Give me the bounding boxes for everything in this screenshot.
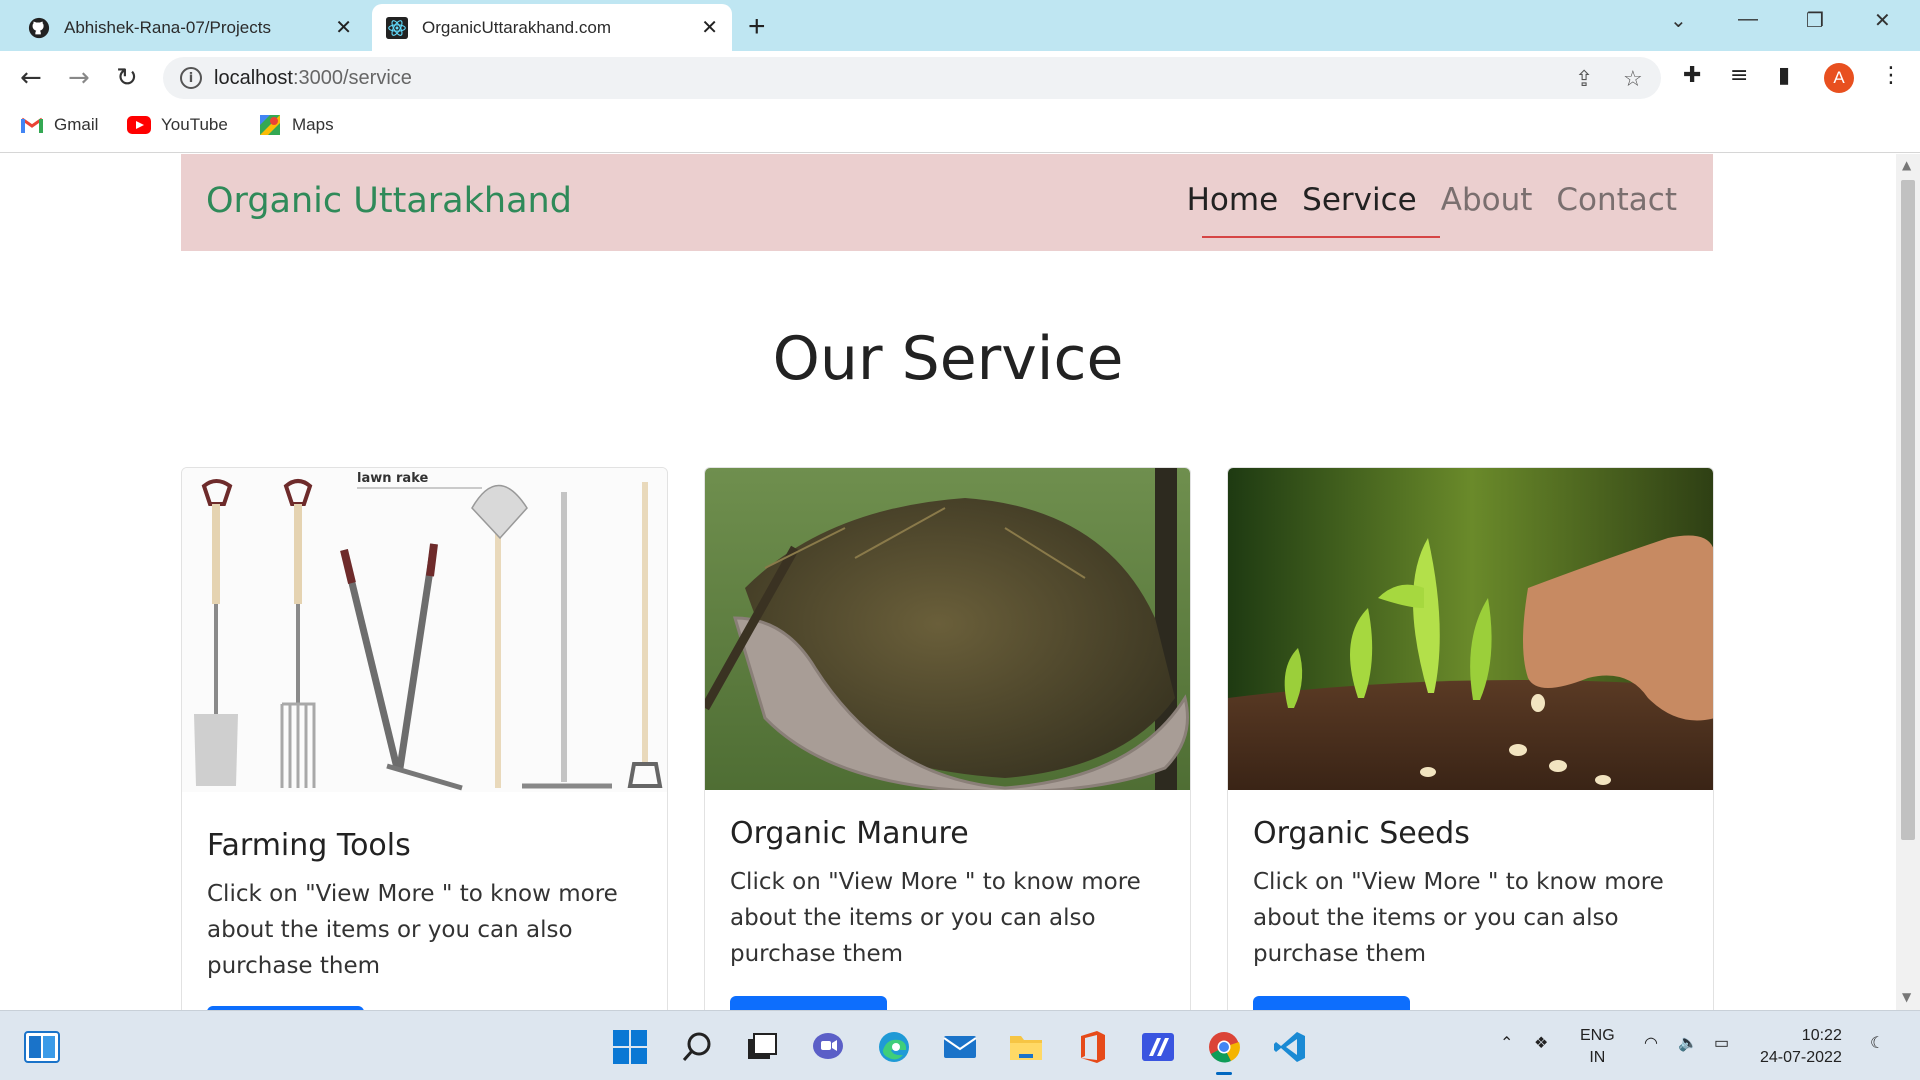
new-tab-button[interactable]: + [748, 10, 766, 44]
organic-seeds-image [1228, 468, 1713, 790]
restore-button[interactable]: ❐ [1806, 8, 1824, 33]
nav-link-contact[interactable]: Contact [1556, 182, 1677, 218]
tab-github-projects[interactable]: Abhishek-Rana-07/Projects ✕ [14, 4, 366, 51]
youtube-icon [127, 115, 151, 135]
tab-title: OrganicUttarakhand.com [422, 17, 611, 37]
page-heading: Our Service [772, 324, 1124, 394]
nav-link-service[interactable]: Service [1302, 182, 1417, 218]
card-title: Organic Seeds [1253, 816, 1470, 851]
scrollbar-thumb[interactable] [1901, 180, 1915, 840]
nav-link-home[interactable]: Home [1187, 182, 1279, 218]
service-card-organic-manure: Organic Manure Click on "View More " to … [704, 467, 1191, 1010]
start-menu-icon[interactable] [610, 1027, 650, 1067]
battery-icon[interactable]: ▭ [1714, 1033, 1729, 1055]
card-description: Click on "View More " to know more about… [730, 869, 1141, 967]
chrome-icon[interactable] [1204, 1027, 1244, 1075]
site-navbar: Organic Uttarakhand Home Service About C… [181, 154, 1713, 251]
show-hidden-icons-icon[interactable]: ⌃ [1500, 1033, 1513, 1055]
browser-toolbar: ← → ↻ i localhost:3000/service ⇪ ☆ ✚ ≡ ▮… [0, 51, 1920, 105]
github-icon [28, 17, 50, 39]
forward-icon[interactable]: → [68, 63, 90, 93]
language-indicator[interactable]: ENG IN [1580, 1025, 1615, 1069]
reload-icon[interactable]: ↻ [116, 63, 138, 93]
file-explorer-icon[interactable] [1006, 1027, 1046, 1067]
side-panel-icon[interactable]: ▮ [1778, 63, 1790, 88]
react-icon [386, 16, 408, 39]
active-nav-underline [1202, 236, 1440, 238]
office-icon[interactable] [1072, 1027, 1112, 1067]
extensions-icon[interactable]: ✚ [1683, 63, 1701, 88]
url-text[interactable]: localhost:3000/service [214, 67, 412, 90]
gmail-icon [20, 115, 44, 135]
service-card-farming-tools: lawn rake Farming Tools Click on "View M… [181, 467, 668, 1010]
organic-manure-image [705, 468, 1190, 790]
media-queue-icon[interactable]: ≡ [1730, 63, 1748, 88]
wifi-icon[interactable]: ◠ [1644, 1033, 1658, 1055]
tab-search-icon[interactable]: ⌄ [1670, 8, 1687, 33]
teams-chat-icon[interactable] [808, 1027, 848, 1067]
close-window-button[interactable]: ✕ [1874, 8, 1891, 33]
menu-kebab-icon[interactable]: ⋮ [1880, 63, 1902, 88]
minimize-button[interactable]: — [1738, 8, 1758, 31]
bookmark-youtube[interactable]: YouTube [127, 115, 228, 135]
site-brand[interactable]: Organic Uttarakhand [206, 181, 572, 221]
close-tab-icon[interactable]: ✕ [335, 15, 352, 40]
volume-icon[interactable]: 🔈 [1678, 1033, 1698, 1055]
mail-icon[interactable] [940, 1027, 980, 1067]
bookmarks-bar: Gmail YouTube Maps [0, 105, 1920, 153]
tab-organic-uttarakhand[interactable]: OrganicUttarakhand.com ✕ [372, 4, 732, 51]
edge-browser-icon[interactable] [874, 1027, 914, 1067]
share-icon[interactable]: ⇪ [1575, 67, 1593, 92]
windows-taskbar: ⌃ ❖ ENG IN ◠ 🔈 ▭ 10:22 24-07-2022 ☾ [0, 1010, 1920, 1080]
farming-tools-image: lawn rake [182, 468, 667, 792]
card-title: Farming Tools [207, 828, 411, 863]
view-more-button[interactable] [1253, 996, 1410, 1010]
image-caption-lawn-rake: lawn rake [357, 471, 428, 486]
notifications-icon[interactable]: ☾ [1870, 1033, 1884, 1055]
page-viewport: Organic Uttarakhand Home Service About C… [0, 154, 1896, 1010]
page-scrollbar[interactable]: ▲ ▼ [1896, 154, 1920, 1010]
bookmark-star-icon[interactable]: ☆ [1623, 67, 1643, 92]
card-description: Click on "View More " to know more about… [1253, 869, 1664, 967]
site-info-icon[interactable]: i [180, 67, 202, 89]
clock[interactable]: 10:22 24-07-2022 [1760, 1025, 1842, 1069]
scroll-down-icon[interactable]: ▼ [1902, 990, 1911, 1004]
service-card-organic-seeds: Organic Seeds Click on "View More " to k… [1227, 467, 1714, 1010]
scroll-up-icon[interactable]: ▲ [1902, 158, 1911, 172]
site-nav-links: Home Service About Contact [1163, 182, 1677, 218]
address-bar[interactable]: i localhost:3000/service ⇪ ☆ [163, 57, 1661, 99]
tab-title: Abhishek-Rana-07/Projects [64, 17, 271, 37]
search-icon[interactable] [677, 1027, 717, 1067]
browser-tab-bar: Abhishek-Rana-07/Projects ✕ OrganicUttar… [0, 0, 1920, 51]
bookmark-gmail[interactable]: Gmail [20, 115, 98, 135]
widgets-icon[interactable] [22, 1027, 62, 1067]
close-tab-icon[interactable]: ✕ [701, 15, 718, 40]
dropbox-icon[interactable]: ❖ [1534, 1033, 1548, 1055]
task-view-icon[interactable] [742, 1027, 782, 1067]
card-description: Click on "View More " to know more about… [207, 881, 618, 979]
nav-link-about[interactable]: About [1441, 182, 1533, 218]
power-automate-icon[interactable] [1138, 1027, 1178, 1067]
maps-icon [258, 115, 282, 135]
back-icon[interactable]: ← [20, 63, 42, 93]
card-title: Organic Manure [730, 816, 969, 851]
vscode-icon[interactable] [1270, 1027, 1310, 1067]
profile-avatar[interactable]: A [1824, 63, 1854, 93]
bookmark-maps[interactable]: Maps [258, 115, 334, 135]
view-more-button[interactable] [730, 996, 887, 1010]
